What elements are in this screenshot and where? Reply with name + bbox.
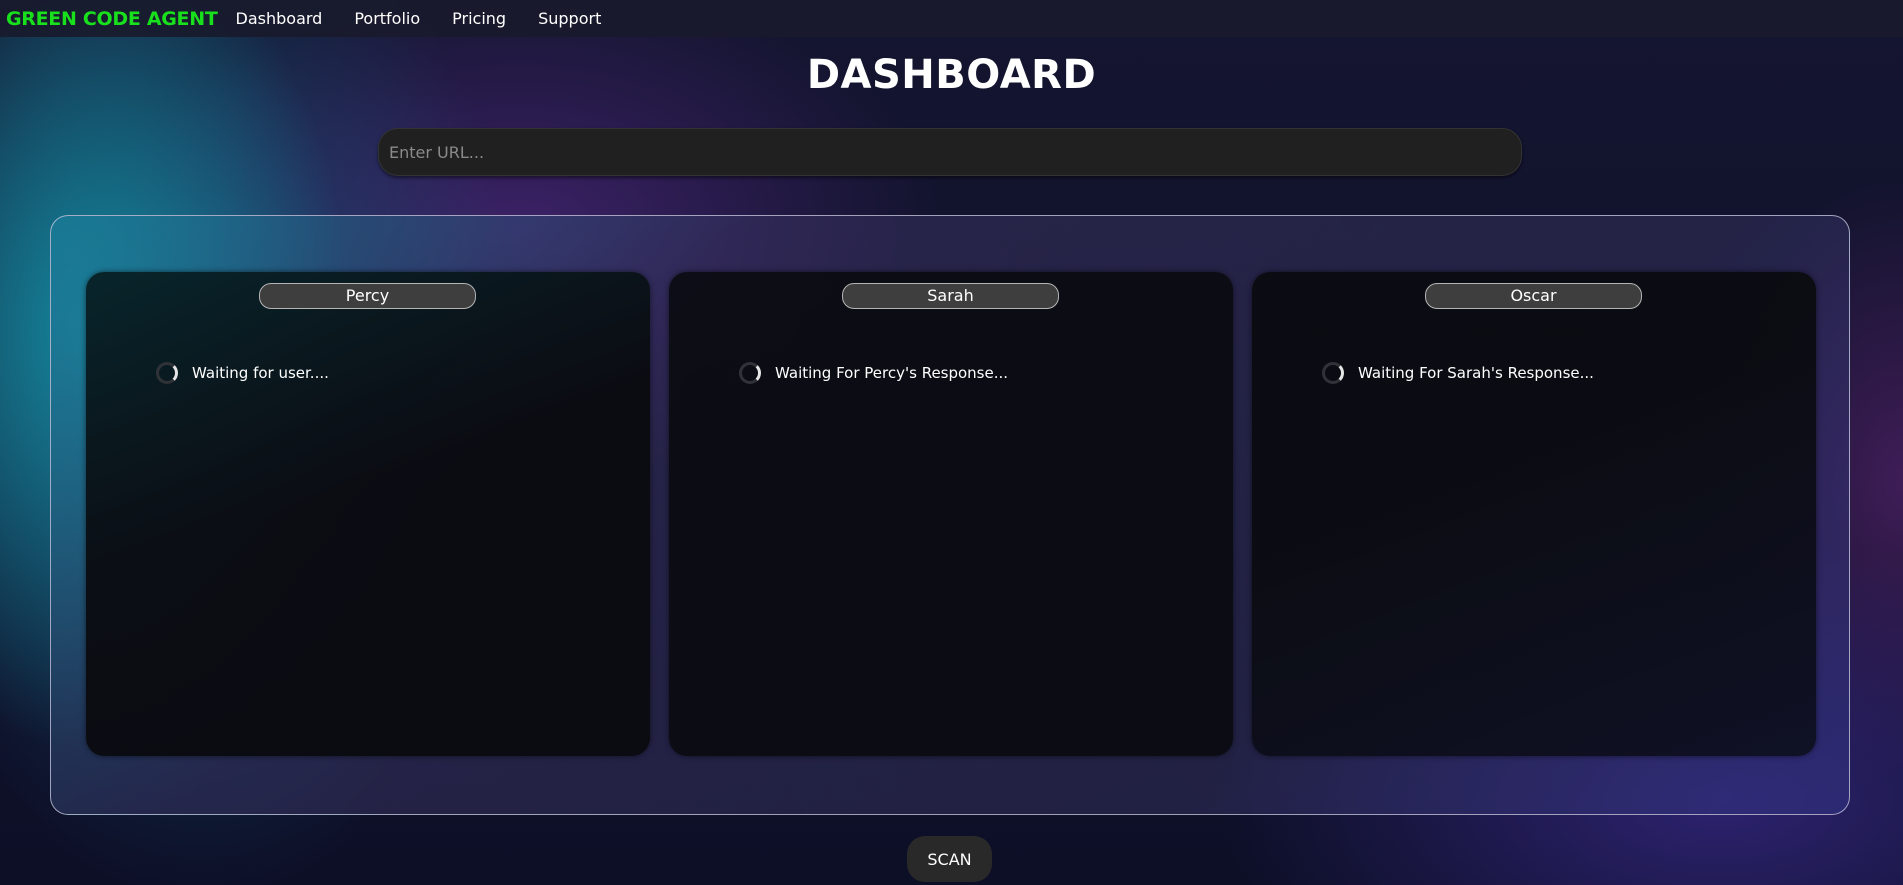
- agent-status: Waiting For Sarah's Response...: [1322, 362, 1594, 384]
- status-text: Waiting For Sarah's Response...: [1358, 364, 1594, 382]
- agent-name-badge: Percy: [259, 283, 476, 309]
- top-navbar: GREEN CODE AGENT Dashboard Portfolio Pri…: [0, 0, 1903, 37]
- agent-status: Waiting For Percy's Response...: [739, 362, 1008, 384]
- url-input[interactable]: [378, 128, 1522, 176]
- agent-name-badge: Oscar: [1425, 283, 1642, 309]
- loading-spinner-icon: [1322, 362, 1344, 384]
- agent-panel-oscar: Oscar Waiting For Sarah's Response...: [1252, 272, 1816, 756]
- agent-name-badge: Sarah: [842, 283, 1059, 309]
- loading-spinner-icon: [739, 362, 761, 384]
- nav-link-support[interactable]: Support: [538, 9, 601, 28]
- status-text: Waiting for user....: [192, 364, 329, 382]
- scan-button[interactable]: SCAN: [907, 836, 992, 882]
- nav-link-pricing[interactable]: Pricing: [452, 9, 506, 28]
- nav-link-portfolio[interactable]: Portfolio: [354, 9, 420, 28]
- agents-container: Percy Waiting for user.... Sarah Waiting…: [50, 215, 1850, 815]
- agent-panel-sarah: Sarah Waiting For Percy's Response...: [669, 272, 1233, 756]
- agent-status: Waiting for user....: [156, 362, 329, 384]
- agent-panel-percy: Percy Waiting for user....: [86, 272, 650, 756]
- loading-spinner-icon: [156, 362, 178, 384]
- nav-link-dashboard[interactable]: Dashboard: [236, 9, 323, 28]
- page-title: DASHBOARD: [806, 52, 1097, 98]
- status-text: Waiting For Percy's Response...: [775, 364, 1009, 382]
- brand-logo[interactable]: GREEN CODE AGENT: [6, 8, 218, 30]
